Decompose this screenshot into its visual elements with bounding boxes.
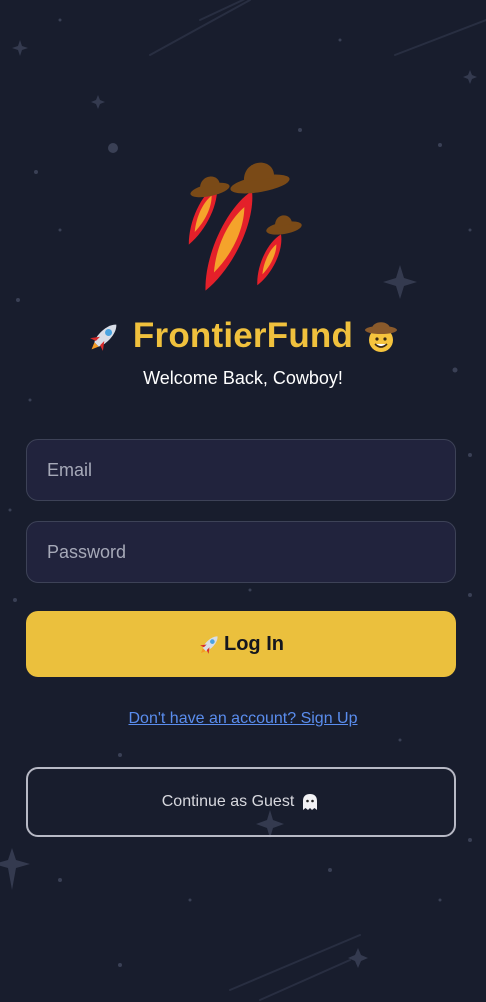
cowboy-face-icon: [363, 318, 399, 354]
welcome-subtitle: Welcome Back, Cowboy!: [143, 368, 343, 388]
rocket-cowboy-hats-logo: [188, 162, 302, 291]
app-title: FrontierFund: [132, 316, 354, 355]
guest-button-label: Continue as Guest: [161, 793, 295, 810]
rocket-icon: [198, 632, 222, 656]
login-button[interactable]: Log In: [26, 611, 456, 677]
ghost-icon: [300, 792, 320, 812]
app-logo: [170, 150, 310, 295]
app-title-row: FrontierFund: [0, 312, 486, 360]
continue-as-guest-button[interactable]: Continue as Guest: [26, 767, 456, 837]
signup-link[interactable]: Don't have an account? Sign Up: [0, 710, 486, 728]
password-field[interactable]: [26, 521, 456, 583]
login-button-label: Log In: [224, 632, 284, 655]
email-field[interactable]: [26, 439, 456, 501]
rocket-icon: [87, 318, 123, 354]
